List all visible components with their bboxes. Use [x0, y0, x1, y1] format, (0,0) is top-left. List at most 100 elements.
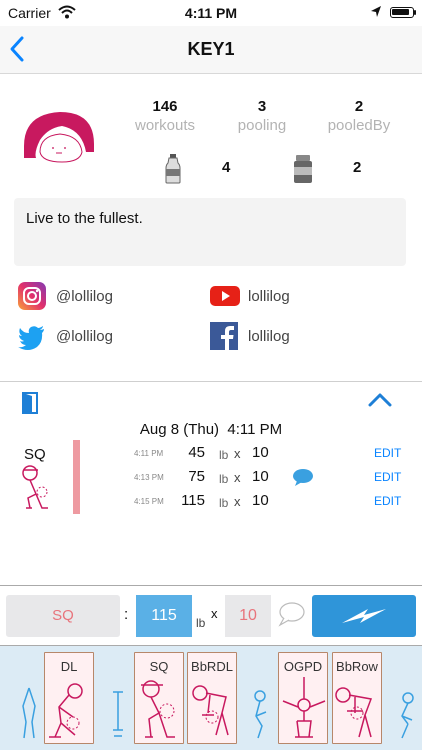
workout-datetime: Aug 8 (Thu) 4:11 PM: [0, 421, 422, 438]
log-set-button[interactable]: [312, 595, 416, 637]
exercise-picker[interactable]: DL SQ BbRDL OGPD BbRow: [0, 645, 422, 750]
youtube-link[interactable]: lollilog: [210, 282, 390, 312]
deadlift-figure-icon: [49, 683, 83, 738]
battery-icon: [390, 7, 414, 18]
bottle-icon: [165, 154, 181, 184]
exercise-card-label: BbRDL: [191, 659, 233, 674]
twitter-icon: [18, 326, 44, 350]
standing-figure-icon[interactable]: [110, 690, 126, 740]
instagram-icon: [18, 282, 46, 310]
facebook-icon: [210, 322, 238, 350]
romanian-deadlift-figure-icon: [192, 685, 229, 736]
stat-pooling-label: pooling: [237, 117, 287, 134]
facebook-handle: lollilog: [248, 328, 290, 345]
speech-bubble-outline-icon: [278, 602, 305, 627]
exercise-select[interactable]: SQ: [6, 595, 120, 637]
comment-button[interactable]: [292, 468, 314, 491]
set-weight: 115: [181, 492, 205, 509]
set-unit: lb: [219, 472, 229, 486]
chevron-up-icon: [368, 393, 392, 407]
twitter-handle: @lollilog: [56, 328, 113, 345]
navigation-bar: KEY1: [0, 26, 422, 74]
input-times-sign: x: [211, 606, 218, 621]
lightning-icon: [342, 609, 386, 623]
set-times-sign: x: [234, 470, 241, 485]
exit-door-button[interactable]: [22, 392, 38, 419]
stat-workouts-value: 146: [152, 98, 178, 115]
set-time: 4:15 PM: [134, 497, 164, 506]
input-colon: :: [124, 606, 129, 623]
stretch-figure-icon[interactable]: [396, 690, 418, 740]
squat-figure-icon: [141, 680, 175, 738]
stat-pooling-value: 3: [257, 98, 267, 115]
bio-text: Live to the fullest.: [14, 198, 406, 266]
stat-pooledby-label: pooledBy: [327, 117, 391, 134]
reps-input[interactable]: 10: [225, 595, 271, 637]
exercise-card-label: OGPD: [283, 659, 323, 674]
set-reps: 10: [252, 468, 269, 485]
workout-date: Aug 8 (Thu): [139, 421, 220, 438]
set-weight: 45: [188, 444, 205, 461]
exercise-card-sq[interactable]: SQ: [134, 652, 184, 744]
section-divider: [0, 381, 422, 382]
exercise-name: SQ: [24, 446, 46, 463]
set-time: 4:11 PM: [134, 449, 164, 458]
twitter-link[interactable]: @lollilog: [18, 322, 198, 352]
set-row: 4:11 PM 45 lb x 10 EDIT: [130, 444, 420, 464]
set-time: 4:13 PM: [134, 473, 164, 482]
supplement-jar-icon: [294, 155, 312, 183]
exercise-progress-bar: [73, 440, 80, 514]
set-unit: lb: [219, 448, 229, 462]
set-row: 4:13 PM 75 lb x 10 EDIT: [130, 468, 420, 488]
weight-input[interactable]: 115: [136, 595, 192, 637]
stretch-figure-icon[interactable]: [248, 688, 270, 740]
set-times-sign: x: [234, 494, 241, 509]
bottle-stat[interactable]: 4: [164, 154, 244, 184]
exercise-card-ogpd[interactable]: OGPD: [278, 652, 328, 744]
workout-time: 4:11 PM: [227, 421, 283, 438]
set-times-sign: x: [234, 446, 241, 461]
stat-pooling[interactable]: 3 pooling: [212, 98, 312, 134]
stat-workouts-label: workouts: [134, 117, 196, 134]
page-title: KEY1: [187, 39, 235, 59]
barbell-row-figure-icon: [335, 687, 373, 738]
set-unit: lb: [219, 496, 229, 510]
edit-set-button[interactable]: EDIT: [374, 446, 401, 460]
stat-pooledby[interactable]: 2 pooledBy: [309, 98, 409, 134]
set-input-bar: SQ : 115 lb x 10: [0, 585, 422, 645]
set-weight: 75: [188, 468, 205, 485]
exercise-card-dl[interactable]: DL: [44, 652, 94, 744]
stat-pooledby-value: 2: [354, 98, 364, 115]
set-row: 4:15 PM 115 lb x 10 EDIT: [130, 492, 420, 512]
overhead-press-figure-icon: [282, 677, 326, 738]
youtube-icon: [210, 286, 240, 306]
location-arrow-icon: [370, 5, 382, 22]
stretch-figure-icon[interactable]: [18, 686, 40, 740]
exercise-card-label: BbRow: [336, 659, 378, 674]
exercise-card-bbrdl[interactable]: BbRDL: [187, 652, 237, 744]
jar-count: 2: [353, 159, 362, 176]
battery-tip: [414, 10, 416, 15]
status-time: 4:11 PM: [184, 5, 238, 21]
status-bar: Carrier 4:11 PM: [0, 0, 422, 26]
edit-set-button[interactable]: EDIT: [374, 494, 401, 508]
bottle-count: 4: [222, 159, 231, 176]
squat-figure-icon: [22, 465, 48, 509]
exercise-card-bbrow[interactable]: BbRow: [332, 652, 382, 744]
set-reps: 10: [252, 492, 269, 509]
facebook-link[interactable]: lollilog: [210, 322, 390, 352]
instagram-handle: @lollilog: [56, 288, 113, 305]
avatar[interactable]: [18, 100, 102, 184]
youtube-handle: lollilog: [248, 288, 290, 305]
set-reps: 10: [252, 444, 269, 461]
collapse-button[interactable]: [366, 390, 394, 415]
instagram-link[interactable]: @lollilog: [18, 282, 198, 312]
add-comment-button[interactable]: [277, 601, 305, 632]
stat-workouts[interactable]: 146 workouts: [115, 98, 215, 134]
edit-set-button[interactable]: EDIT: [374, 470, 401, 484]
exercise-card-label: SQ: [149, 659, 169, 674]
speech-bubble-icon: [293, 469, 313, 486]
exercise-card-label: DL: [60, 659, 78, 674]
weight-unit: lb: [196, 616, 206, 630]
jar-stat[interactable]: 2: [293, 154, 373, 183]
